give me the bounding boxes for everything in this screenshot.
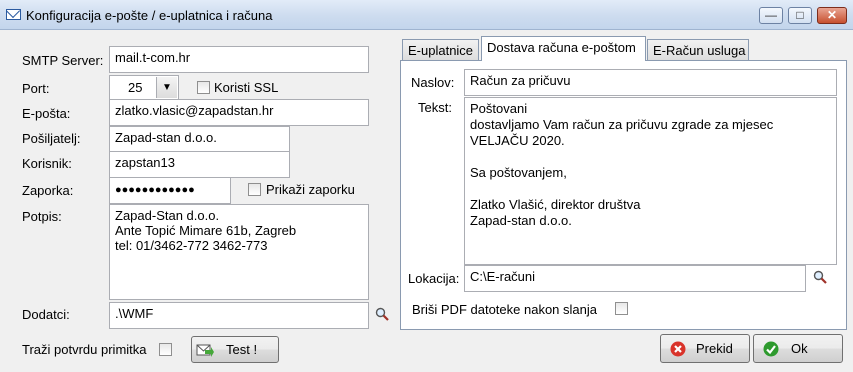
ssl-label: Koristi SSL xyxy=(214,80,279,95)
password-label: Zaporka: xyxy=(22,183,74,198)
minimize-icon: — xyxy=(765,8,777,22)
user-label: Korisnik: xyxy=(22,156,72,171)
minimize-button[interactable]: — xyxy=(759,7,783,24)
signature-label: Potpis: xyxy=(22,209,62,224)
title-bar: Konfiguracija e-pošte / e-uplatnica i ra… xyxy=(0,0,853,30)
close-icon: ✕ xyxy=(826,8,838,22)
smtp-server-input[interactable]: mail.t-com.hr xyxy=(109,46,369,73)
sender-input[interactable]: Zapad-stan d.o.o. xyxy=(109,126,290,153)
close-button[interactable]: ✕ xyxy=(817,7,847,24)
test-button[interactable]: Test ! xyxy=(191,336,279,363)
show-password-label: Prikaži zaporku xyxy=(266,182,355,197)
user-input[interactable]: zapstan13 xyxy=(109,151,290,178)
chevron-down-icon[interactable]: ▼ xyxy=(156,77,177,98)
subject-label: Naslov: xyxy=(411,75,455,90)
test-button-label: Test ! xyxy=(226,342,258,357)
attachments-label: Dodatci: xyxy=(22,307,70,322)
cancel-button[interactable]: Prekid xyxy=(660,334,750,363)
email-label: E-pošta: xyxy=(22,106,71,121)
tab-e-uplatnice[interactable]: E-uplatnice xyxy=(402,39,479,61)
show-password-checkbox[interactable] xyxy=(248,183,261,196)
location-input[interactable]: C:\E-računi xyxy=(464,265,806,292)
checkmark-icon xyxy=(763,341,779,357)
location-label: Lokacija: xyxy=(408,271,460,286)
envelope-icon xyxy=(6,9,21,20)
smtp-label: SMTP Server: xyxy=(22,53,104,68)
maximize-button[interactable]: □ xyxy=(788,7,812,24)
maximize-icon: □ xyxy=(796,8,804,22)
search-icon[interactable] xyxy=(813,270,827,284)
signature-textarea[interactable]: Zapad-Stan d.o.o. Ante Topić Mimare 61b,… xyxy=(109,204,369,300)
attachments-input[interactable]: .\WMF xyxy=(109,302,369,329)
delete-pdf-checkbox[interactable] xyxy=(615,302,628,315)
window-title: Konfiguracija e-pošte / e-uplatnica i ra… xyxy=(26,8,273,23)
port-label: Port: xyxy=(22,81,50,96)
email-input[interactable]: zlatko.vlasic@zapadstan.hr xyxy=(109,99,369,126)
body-textarea[interactable]: Poštovani dostavljamo Vam račun za priču… xyxy=(464,97,837,265)
tab-e-racun-usluga[interactable]: E-Račun usluga xyxy=(647,39,749,61)
envelope-arrow-icon xyxy=(196,344,214,357)
sender-label: Pošiljatelj: xyxy=(22,131,81,146)
password-input[interactable]: ●●●●●●●●●●●● xyxy=(109,177,231,204)
receipt-checkbox[interactable] xyxy=(159,343,172,356)
body-label: Tekst: xyxy=(418,100,452,115)
receipt-label: Traži potvrdu primitka xyxy=(22,342,147,357)
search-icon[interactable] xyxy=(375,307,389,321)
cancel-button-label: Prekid xyxy=(696,341,733,356)
port-select[interactable]: 25 ▼ xyxy=(109,75,179,100)
ok-button-label: Ok xyxy=(791,341,808,356)
subject-input[interactable]: Račun za pričuvu xyxy=(464,69,837,96)
tab-dostava-racuna[interactable]: Dostava računa e-poštom xyxy=(481,36,646,61)
port-value: 25 xyxy=(128,80,143,95)
delete-pdf-label: Briši PDF datoteke nakon slanja xyxy=(412,302,597,317)
ok-button[interactable]: Ok xyxy=(753,334,843,363)
ssl-checkbox[interactable] xyxy=(197,81,210,94)
cancel-icon xyxy=(670,341,686,357)
